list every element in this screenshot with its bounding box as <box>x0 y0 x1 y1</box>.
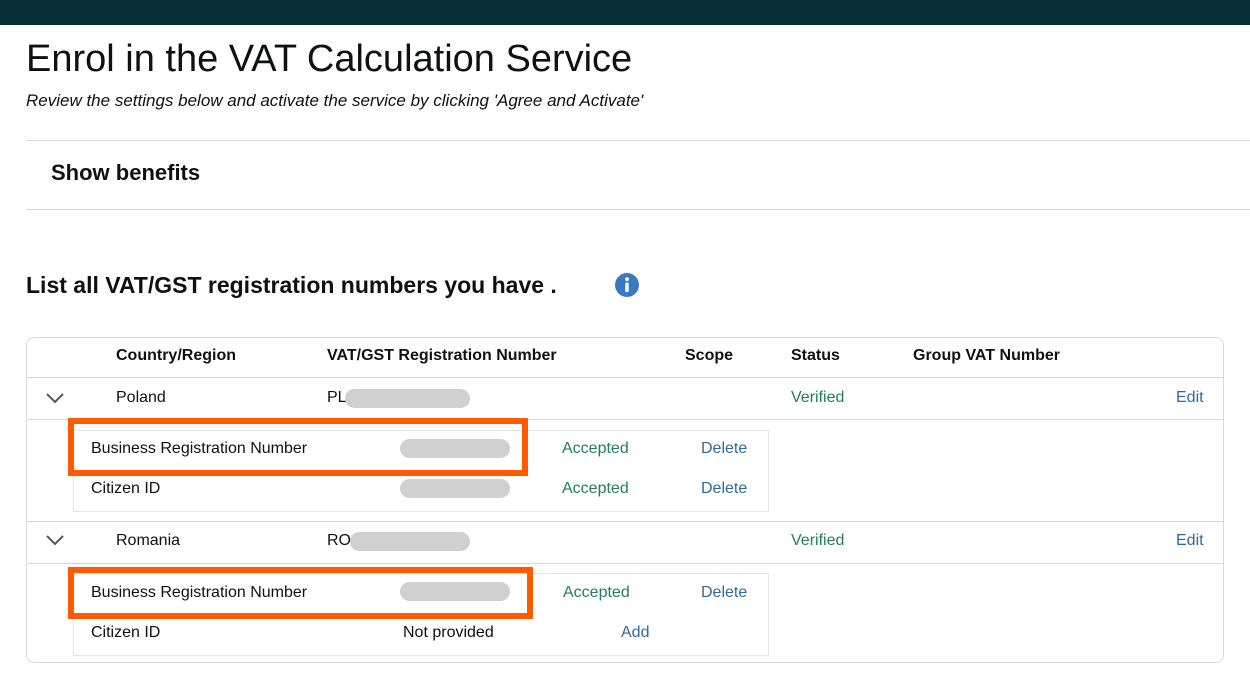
redacted-citizen-id <box>400 479 510 498</box>
delete-link[interactable]: Delete <box>701 480 747 498</box>
divider <box>26 209 1250 210</box>
column-header-vat-number: VAT/GST Registration Number <box>327 347 557 364</box>
row-divider <box>27 521 1223 522</box>
edit-link-poland[interactable]: Edit <box>1176 389 1204 407</box>
detail-status-accepted: Accepted <box>562 440 629 457</box>
status-verified: Verified <box>791 389 845 406</box>
column-header-country: Country/Region <box>116 347 236 364</box>
highlight-box <box>68 418 528 476</box>
detail-status-accepted: Accepted <box>563 584 630 601</box>
chevron-down-icon[interactable] <box>45 391 65 405</box>
country-name-romania: Romania <box>116 532 181 549</box>
page-subtitle: Review the settings below and activate t… <box>26 91 644 110</box>
highlight-box <box>68 567 533 619</box>
divider <box>26 140 1250 141</box>
detail-label-citizen-id: Citizen ID <box>91 480 161 497</box>
delete-link[interactable]: Delete <box>701 584 747 602</box>
delete-link[interactable]: Delete <box>701 440 747 458</box>
edit-link-romania[interactable]: Edit <box>1176 532 1204 550</box>
show-benefits-toggle[interactable]: Show benefits <box>51 160 200 186</box>
column-header-status: Status <box>791 347 840 364</box>
country-name-poland: Poland <box>116 389 166 406</box>
detail-status-accepted: Accepted <box>562 480 629 497</box>
column-header-scope: Scope <box>685 347 734 364</box>
redacted-vat-number <box>345 389 470 408</box>
column-header-group-vat: Group VAT Number <box>913 347 1060 364</box>
row-divider <box>27 377 1223 378</box>
vat-number-prefix: PL <box>327 389 347 406</box>
row-divider <box>27 563 1223 564</box>
add-link[interactable]: Add <box>621 624 649 642</box>
detail-label-citizen-id: Citizen ID <box>91 624 161 641</box>
top-navigation-bar <box>0 0 1250 25</box>
page-title: Enrol in the VAT Calculation Service <box>26 38 633 80</box>
chevron-down-icon[interactable] <box>45 533 65 547</box>
redacted-vat-number <box>350 532 470 551</box>
citizen-id-not-provided: Not provided <box>403 624 494 641</box>
status-verified: Verified <box>791 532 845 549</box>
vat-number-prefix: RO <box>327 532 351 549</box>
section-heading: List all VAT/GST registration numbers yo… <box>26 272 557 298</box>
info-icon[interactable] <box>615 273 639 297</box>
